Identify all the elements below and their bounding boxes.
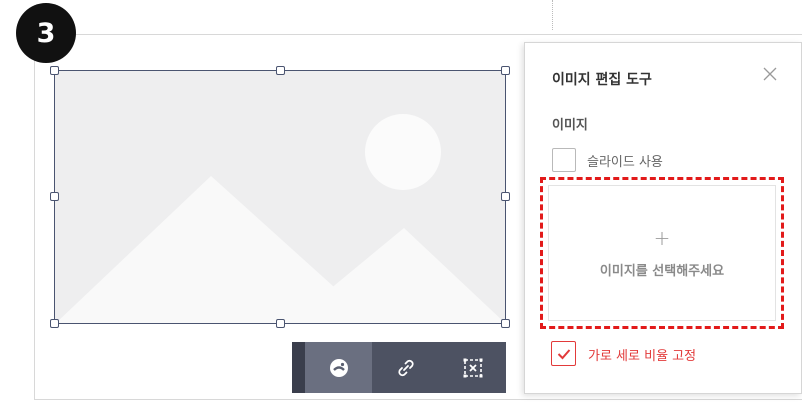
image-toolbar <box>292 342 506 393</box>
resize-handle-top-center[interactable] <box>276 66 285 75</box>
image-dropzone[interactable]: + 이미지를 선택해주세요 <box>548 185 776 321</box>
image-style-icon <box>329 358 348 377</box>
remove-image-icon <box>463 358 482 377</box>
step-number-badge: 3 <box>16 3 76 63</box>
image-style-button[interactable] <box>305 342 372 393</box>
add-icon: + <box>653 225 671 250</box>
close-x-glyph <box>763 67 777 81</box>
guide-line <box>552 0 553 30</box>
image-placeholder-block[interactable] <box>50 66 510 328</box>
toolbar-grip <box>292 342 305 393</box>
slide-checkbox[interactable] <box>552 148 576 172</box>
close-icon[interactable] <box>761 65 779 83</box>
aspect-ratio-label[interactable]: 가로 세로 비율 고정 <box>588 345 696 364</box>
resize-handle-bottom-center[interactable] <box>276 319 285 328</box>
resize-handle-top-right[interactable] <box>501 66 510 75</box>
panel-title: 이미지 편집 도구 <box>552 72 652 88</box>
image-placeholder-icon <box>54 70 506 324</box>
resize-handle-bottom-left[interactable] <box>50 319 59 328</box>
link-button[interactable] <box>372 342 439 393</box>
remove-image-button[interactable] <box>439 342 506 393</box>
resize-handle-middle-left[interactable] <box>50 192 59 201</box>
image-section-label: 이미지 <box>552 118 588 133</box>
slide-checkbox-label[interactable]: 슬라이드 사용 <box>587 151 663 170</box>
resize-handle-top-left[interactable] <box>50 66 59 75</box>
resize-handle-middle-right[interactable] <box>501 192 510 201</box>
dropzone-text: 이미지를 선택해주세요 <box>599 263 725 279</box>
resize-handle-bottom-right[interactable] <box>501 319 510 328</box>
aspect-ratio-checkbox[interactable] <box>551 341 576 366</box>
link-icon <box>397 359 414 376</box>
checkmark-icon <box>557 348 570 359</box>
